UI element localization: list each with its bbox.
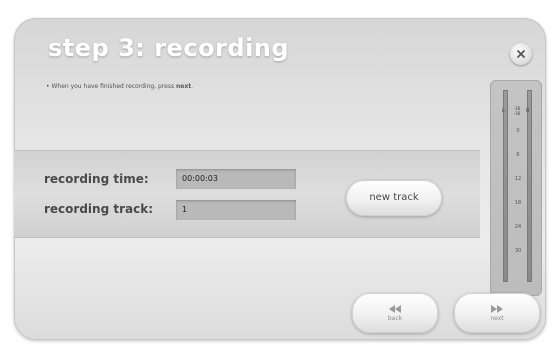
meter-scale-label: 6 [516,152,520,158]
recording-time-field: 00:00:03 [176,169,296,189]
recording-track-field: 1 [176,200,296,220]
back-label: back [387,314,403,322]
meter-scale-label: 24 [514,224,522,230]
meter-scale-label: 0 [516,128,520,134]
meter-scale-label: 12 [514,176,522,182]
new-track-button[interactable]: new track [346,180,442,216]
rewind-icon [389,304,401,313]
left-channel-label: L [502,108,505,114]
instruction-text: • When you have finished recording, pres… [46,83,193,90]
right-channel-bar [527,90,532,282]
back-button[interactable]: back [352,293,438,333]
page: step 3: recording • When you have finish… [0,0,554,351]
meter-top-labels: -36 -36 [507,106,527,116]
meter-top-label: -36 [513,111,521,116]
meter-scale-label: 18 [514,200,522,206]
left-channel-bar [503,90,508,282]
next-button[interactable]: next [454,293,540,333]
recording-track-label: recording track: [44,202,153,216]
next-label: next [490,314,504,322]
instruction-suffix: . [191,83,194,90]
recording-time-label: recording time: [44,172,149,186]
recording-dialog: step 3: recording • When you have finish… [14,18,546,340]
instruction-keyword: next [176,83,192,90]
close-button[interactable] [510,43,532,65]
fast-forward-icon [491,304,503,313]
level-meter: L R -36 -36 0 6 12 18 24 30 [490,80,542,296]
dialog-title: step 3: recording [48,34,290,62]
instruction-prefix: When you have finished recording, press [51,83,176,90]
meter-scale-label: 30 [514,248,522,254]
close-icon [516,49,526,59]
